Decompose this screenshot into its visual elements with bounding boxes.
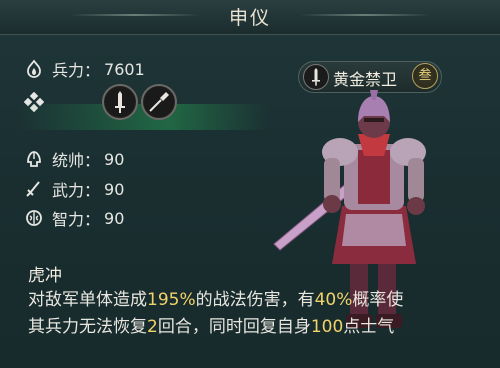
stat-force-value: 90 [104,179,125,199]
skill-description-line-2: 其兵力无法恢复2回合，同时回复自身100点士气 [28,312,394,337]
skill-value: 100 [310,317,344,337]
skill-text: 对敌军单体造成 [28,290,147,310]
fist-flame-icon [27,59,41,78]
skill-text: 概率使 [352,290,404,310]
spear-weapon-icon [149,92,169,112]
skill-description-line-1: 对敌军单体造成195%的战法伤害，有40%概率使 [28,285,403,310]
weapon-slot-spear[interactable] [141,84,177,120]
stat-force-label: 武力： [52,181,101,200]
stat-force: 武力： 90 [24,177,124,201]
weapon-slot-sword[interactable] [102,84,138,120]
helmet-icon [27,151,41,167]
stat-command-label: 统帅： [52,151,101,170]
skill-value: 2 [147,317,158,337]
general-card: 申仪 兵力： 7601 黄金禁卫 叁 统帅： 90 武力： 90 智力： 90 … [0,0,500,368]
skill-text: 其兵力无法恢复 [28,317,147,337]
skill-text: 点士气 [343,317,395,337]
skill-value: 195% [147,290,196,310]
brain-icon [26,210,42,226]
skill-name: 虎冲 [28,266,62,286]
general-name: 申仪 [228,7,271,29]
sword-weapon-icon [115,91,125,113]
stat-troops-label: 兵力： [52,61,101,80]
stat-intellect-value: 90 [104,208,125,228]
stat-command: 统帅： 90 [24,147,124,171]
stat-troops: 兵力： 7601 [24,57,145,81]
sword-icon [26,181,40,197]
stat-troops-value: 7601 [104,59,145,79]
stat-intellect-label: 智力： [52,210,101,229]
title-bar: 申仪 [0,0,500,35]
stat-intellect: 智力： 90 [24,206,124,230]
stat-command-value: 90 [104,149,125,169]
skill-text: 的战法伤害，有 [195,290,315,310]
skill-value: 40% [314,290,353,310]
skill-text: 回合，同时回复自身 [157,317,311,337]
